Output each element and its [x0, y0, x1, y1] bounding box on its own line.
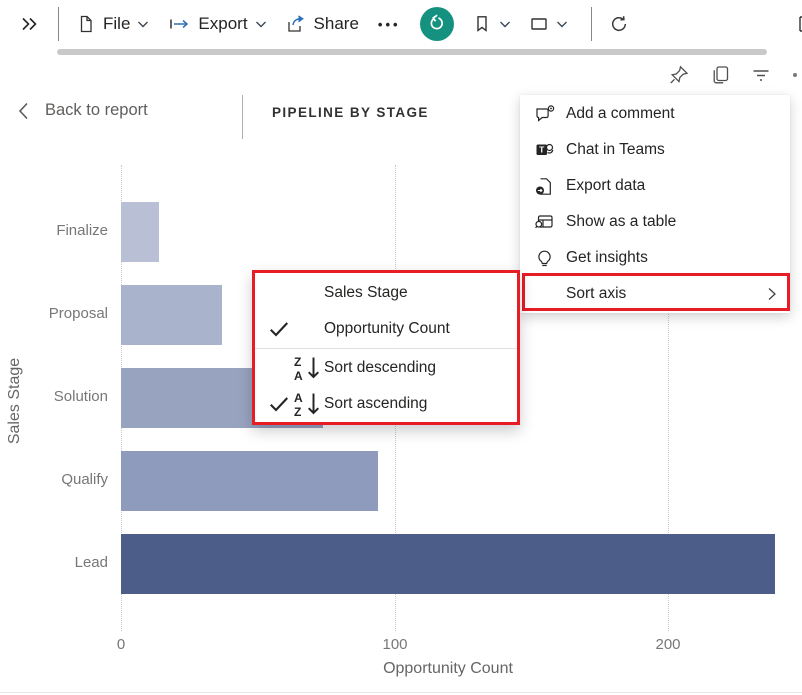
bar-finalize[interactable] [121, 202, 159, 262]
horizontal-scrollbar-thumb[interactable] [57, 49, 767, 55]
bar-proposal[interactable] [121, 285, 222, 345]
reset-arrow-icon [427, 14, 447, 34]
menu-item-label: Sort axis [566, 285, 626, 303]
top-toolbar: File Export Share ••• [0, 0, 802, 48]
sort-descending-icon: Z A [291, 353, 324, 383]
menu-item-label: Show as a table [566, 213, 676, 231]
chevron-left-icon [18, 102, 29, 120]
y-axis-category-label: Lead [0, 554, 108, 571]
svg-text:Z: Z [294, 405, 301, 419]
collapse-toolbar-button[interactable] [10, 8, 50, 40]
submenu-item-label: Sort descending [324, 359, 436, 377]
chevron-right-icon [764, 286, 780, 302]
reset-to-default-button[interactable] [420, 7, 454, 41]
double-chevron-right-icon [20, 14, 40, 34]
y-axis-category-label: Proposal [0, 305, 108, 322]
sort-axis-submenu: Sales Stage Opportunity Count Z A Sort d… [252, 270, 520, 425]
clipped-toolbar-icon[interactable] [794, 14, 802, 34]
submenu-item-sort-descending[interactable]: Z A Sort descending [255, 350, 517, 386]
export-menu-label: Export [198, 14, 247, 34]
filter-icon[interactable] [750, 64, 772, 86]
page-bottom-border [0, 692, 802, 693]
submenu-item-sort-ascending[interactable]: A Z Sort ascending [255, 386, 517, 422]
more-options-button[interactable]: ••• [368, 11, 411, 38]
export-menu-button[interactable]: Export [158, 8, 275, 40]
bar-lead[interactable] [121, 534, 775, 594]
menu-item-label: Chat in Teams [566, 141, 665, 159]
menu-item-show-as-table[interactable]: Show as a table [520, 204, 790, 240]
x-axis-tick-label: 0 [101, 636, 141, 653]
submenu-item-opportunity-count[interactable]: Opportunity Count [255, 311, 517, 347]
submenu-item-label: Sort ascending [324, 395, 427, 413]
svg-text:A: A [294, 391, 303, 405]
svg-text:T: T [539, 144, 545, 154]
visual-title: PIPELINE BY STAGE [272, 105, 429, 120]
toolbar-divider [591, 7, 592, 41]
bookmarks-button[interactable] [463, 8, 520, 40]
chevron-down-icon [137, 20, 149, 29]
svg-text:A: A [294, 369, 303, 383]
menu-item-chat-in-teams[interactable]: T Chat in Teams [520, 132, 790, 168]
submenu-item-sales-stage[interactable]: Sales Stage [255, 275, 517, 311]
bookmark-icon [472, 14, 492, 34]
file-menu-button[interactable]: File [67, 8, 158, 40]
y-axis-category-label: Finalize [0, 222, 108, 239]
show-table-icon [534, 212, 555, 233]
menu-item-label: Add a comment [566, 105, 675, 123]
menu-item-label: Get insights [566, 249, 648, 267]
export-arrow-icon [167, 14, 191, 34]
refresh-button[interactable] [600, 8, 638, 40]
checkmark-icon [267, 317, 291, 341]
view-button[interactable] [520, 8, 577, 40]
y-axis-category-label: Solution [0, 388, 108, 405]
lightbulb-icon [534, 248, 555, 269]
menu-item-add-a-comment[interactable]: Add a comment [520, 96, 790, 132]
comment-at-icon [534, 104, 555, 125]
focus-mode-header: Back to report PIPELINE BY STAGE [0, 95, 520, 141]
export-data-icon [534, 176, 555, 197]
bar-qualify[interactable] [121, 451, 378, 511]
sort-ascending-icon: A Z [291, 389, 324, 419]
toolbar-divider [58, 7, 59, 41]
back-to-report-button[interactable]: Back to report [18, 101, 148, 120]
share-icon [285, 14, 307, 34]
share-label: Share [314, 14, 359, 34]
submenu-divider [255, 348, 517, 349]
x-axis-tick-label: 200 [648, 636, 688, 653]
view-rectangle-icon [529, 14, 549, 34]
chevron-down-icon [255, 20, 267, 29]
refresh-icon [609, 14, 629, 34]
document-icon [76, 14, 96, 34]
submenu-item-label: Sales Stage [324, 284, 408, 302]
back-to-report-label: Back to report [45, 101, 148, 120]
y-axis-category-label: Qualify [0, 471, 108, 488]
x-axis-title: Opportunity Count [121, 660, 775, 678]
teams-icon: T [534, 140, 555, 161]
copy-visual-icon[interactable] [709, 64, 731, 86]
menu-item-label: Export data [566, 177, 645, 195]
submenu-item-label: Opportunity Count [324, 320, 450, 338]
visual-context-menu: Add a comment T Chat in Teams Export dat… [520, 95, 790, 313]
x-axis-tick-label: 100 [375, 636, 415, 653]
checkmark-icon [267, 392, 291, 416]
menu-item-export-data[interactable]: Export data [520, 168, 790, 204]
file-menu-label: File [103, 14, 130, 34]
chevron-down-icon [556, 20, 568, 29]
clipped-more-options-icon[interactable] [793, 73, 797, 77]
visual-action-bar [668, 64, 772, 86]
header-divider [242, 95, 243, 139]
svg-text:Z: Z [294, 355, 301, 369]
menu-item-sort-axis[interactable]: Sort axis [520, 276, 790, 312]
pin-icon[interactable] [668, 64, 690, 86]
menu-item-get-insights[interactable]: Get insights [520, 240, 790, 276]
chevron-down-icon [499, 20, 511, 29]
share-button[interactable]: Share [276, 8, 368, 40]
